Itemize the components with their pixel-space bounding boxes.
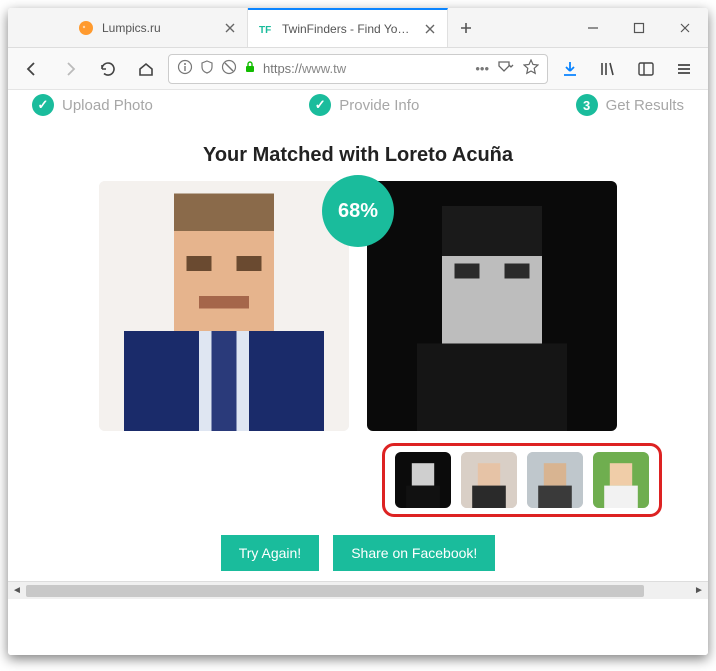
tab-twinfinders[interactable]: TF TwinFinders - Find Your Twin <box>248 8 448 47</box>
tab-strip: Lumpics.ru TF TwinFinders - Find Your Tw… <box>8 8 484 47</box>
step-label: Upload Photo <box>62 97 153 114</box>
permission-icon[interactable] <box>221 59 237 78</box>
menu-button[interactable] <box>668 53 700 85</box>
check-icon: ✓ <box>32 94 54 116</box>
nav-toolbar: https://www.tw ••• <box>8 48 708 90</box>
browser-window: Lumpics.ru TF TwinFinders - Find Your Tw… <box>8 8 708 655</box>
close-icon[interactable] <box>423 22 437 36</box>
scroll-right-icon[interactable]: ► <box>690 585 708 596</box>
url-text: https://www.tw <box>263 61 469 76</box>
close-window-button[interactable] <box>662 8 708 47</box>
maximize-button[interactable] <box>616 8 662 47</box>
minimize-button[interactable] <box>570 8 616 47</box>
lock-icon[interactable] <box>243 60 257 77</box>
viewport: ✓ Upload Photo ✓ Provide Info 3 Get Resu… <box>8 90 708 655</box>
horizontal-scrollbar[interactable]: ◄ ► <box>8 581 708 599</box>
url-bar[interactable]: https://www.tw ••• <box>168 54 548 84</box>
tab-label: Lumpics.ru <box>102 21 215 35</box>
scrollbar-thumb[interactable] <box>26 585 644 597</box>
tab-label: TwinFinders - Find Your Twin <box>282 22 415 36</box>
close-icon[interactable] <box>223 21 237 35</box>
share-facebook-button[interactable]: Share on Facebook! <box>333 535 495 571</box>
favicon-twinfinders: TF <box>258 21 274 37</box>
sidebar-button[interactable] <box>630 53 662 85</box>
candidate-thumb-3[interactable] <box>527 452 583 508</box>
check-icon: ✓ <box>309 94 331 116</box>
info-icon[interactable] <box>177 59 193 78</box>
match-photo <box>367 181 617 431</box>
candidate-thumb-1[interactable] <box>395 452 451 508</box>
reload-button[interactable] <box>92 53 124 85</box>
scroll-left-icon[interactable]: ◄ <box>8 585 26 596</box>
downloads-button[interactable] <box>554 53 586 85</box>
step-info: ✓ Provide Info <box>309 94 419 116</box>
library-button[interactable] <box>592 53 624 85</box>
back-button[interactable] <box>16 53 48 85</box>
progress-steps: ✓ Upload Photo ✓ Provide Info 3 Get Resu… <box>8 90 708 116</box>
bookmark-star-icon[interactable] <box>523 59 539 78</box>
shield-icon[interactable] <box>199 59 215 78</box>
action-row: Try Again! Share on Facebook! <box>8 535 708 571</box>
match-heading: Your Matched with Loreto Acuña <box>8 144 708 167</box>
scrollbar-track[interactable] <box>26 584 690 598</box>
pocket-dropdown-icon[interactable] <box>497 60 515 77</box>
candidate-thumbs <box>382 443 662 517</box>
window-controls <box>570 8 708 47</box>
forward-button[interactable] <box>54 53 86 85</box>
step-number-icon: 3 <box>576 94 598 116</box>
titlebar: Lumpics.ru TF TwinFinders - Find Your Tw… <box>8 8 708 48</box>
urlbar-actions: ••• <box>475 59 539 78</box>
step-label: Get Results <box>606 97 684 114</box>
match-percent-badge: 68% <box>322 175 394 247</box>
more-icon[interactable]: ••• <box>475 61 489 76</box>
candidate-thumb-2[interactable] <box>461 452 517 508</box>
step-results: 3 Get Results <box>576 94 684 116</box>
candidate-thumb-4[interactable] <box>593 452 649 508</box>
user-photo <box>99 181 349 431</box>
try-again-button[interactable]: Try Again! <box>221 535 320 571</box>
home-button[interactable] <box>130 53 162 85</box>
page-body: ✓ Upload Photo ✓ Provide Info 3 Get Resu… <box>8 90 708 655</box>
tab-lumpics[interactable]: Lumpics.ru <box>68 8 248 47</box>
new-tab-button[interactable] <box>448 8 484 47</box>
favicon-lumpics <box>78 20 94 36</box>
svg-text:TF: TF <box>259 25 271 36</box>
candidate-thumbs-wrap <box>8 431 708 517</box>
step-upload: ✓ Upload Photo <box>32 94 153 116</box>
match-row: 68% <box>8 181 708 431</box>
step-label: Provide Info <box>339 97 419 114</box>
